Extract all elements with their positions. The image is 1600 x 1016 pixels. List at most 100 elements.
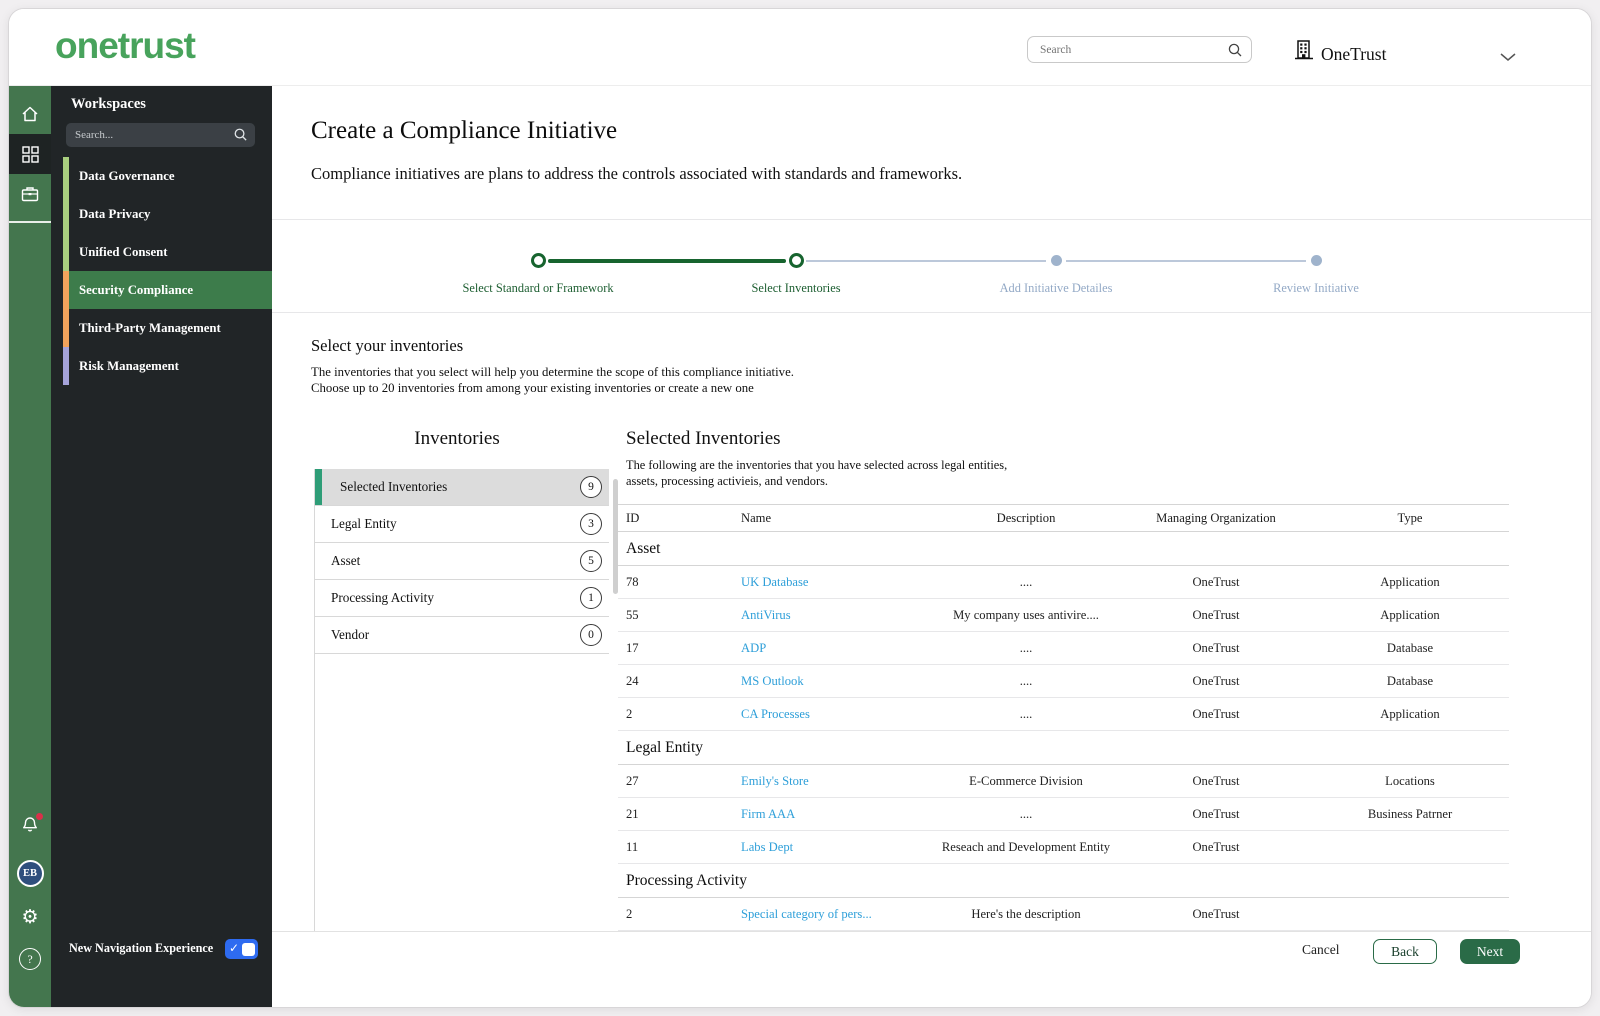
page-title: Create a Compliance Initiative	[311, 117, 618, 144]
selected-indicator-strip	[315, 469, 322, 505]
inventory-name-link[interactable]: AntiVirus	[741, 608, 931, 623]
step-label-add-initiative-detailes: Add Initiative Detailes	[999, 281, 1113, 295]
sidebar-item-data-governance[interactable]: Data Governance	[51, 157, 272, 195]
table-cell: 55	[626, 607, 639, 622]
table-cell: My company uses antivire....	[953, 607, 1099, 622]
sidebar-item-data-privacy[interactable]: Data Privacy	[51, 195, 272, 233]
count-badge: 0	[580, 624, 602, 646]
step-label-review-initiative: Review Initiative	[1273, 281, 1359, 295]
inventory-tab-processing-activity[interactable]: Processing Activity 1	[315, 580, 609, 617]
table-header-row: ID Name Description Managing Organization Ty…	[618, 504, 1509, 532]
rail-divider	[9, 221, 51, 223]
count-badge: 3	[580, 513, 602, 535]
toggle-knob	[242, 942, 255, 956]
new-navigation-label: New Navigation Experience	[69, 941, 214, 955]
step-connector-2	[806, 260, 1046, 262]
top-header: onetrust OneTrust	[9, 9, 1591, 86]
workspaces-sidebar: Workspaces Data Governance Data Privacy Un…	[51, 86, 272, 1007]
global-search-input[interactable]	[1040, 37, 1220, 62]
table-cell: ....	[1019, 806, 1033, 821]
table-cell: 11	[626, 839, 639, 854]
sidebar-item-risk-management[interactable]: Risk Management	[51, 347, 272, 385]
apps-grid-icon[interactable]	[9, 134, 51, 174]
table-row: 78 UK Database.... OneTrust Application	[618, 566, 1509, 599]
table-cell: OneTrust	[1192, 673, 1240, 688]
table-cell: 24	[626, 673, 639, 688]
inventory-name-link[interactable]: Special category of pers...	[741, 907, 931, 922]
search-icon	[1227, 42, 1243, 63]
table-cell: Business Patrner	[1367, 806, 1453, 821]
table-cell: 2	[626, 906, 633, 921]
table-cell: 27	[626, 773, 639, 788]
inventory-tab-label: Asset	[331, 553, 361, 568]
briefcase-icon[interactable]	[9, 174, 51, 214]
table-row: 2 CA Processes.... OneTrust Application	[618, 698, 1509, 731]
table-row: 21 Firm AAA.... OneTrust Business Patrner	[618, 798, 1509, 831]
sidebar-item-label: Third-Party Management	[79, 320, 221, 335]
inventory-tab-asset[interactable]: Asset 5	[315, 543, 609, 580]
workspace-search-input[interactable]	[75, 123, 225, 147]
gear-icon[interactable]: ⚙	[9, 897, 51, 937]
inventory-name-link[interactable]: ADP	[741, 641, 931, 656]
table-cell: 21	[626, 806, 639, 821]
check-icon: ✓	[229, 941, 240, 955]
global-search[interactable]	[1027, 36, 1252, 63]
onetrust-logo: onetrust	[55, 25, 196, 66]
step-marker-select-standard-or-framework[interactable]	[530, 253, 546, 268]
table-cell: OneTrust	[1192, 906, 1240, 921]
inventory-name-link[interactable]: MS Outlook	[741, 674, 931, 689]
inventory-name-link[interactable]: Firm AAA	[741, 807, 931, 822]
section-description-line2: Choose up to 20 inventories from among y…	[311, 381, 754, 395]
step-marker-review-initiative[interactable]	[1310, 255, 1322, 266]
inventory-tab-label: Vendor	[331, 627, 370, 642]
chevron-down-icon[interactable]	[1499, 49, 1517, 67]
table-cell: OneTrust	[1192, 706, 1240, 721]
table-cell: Database	[1386, 673, 1434, 688]
home-icon[interactable]	[9, 94, 51, 134]
table-cell: OneTrust	[1192, 773, 1240, 788]
back-button[interactable]: Back	[1373, 939, 1437, 964]
new-navigation-toggle[interactable]: ✓	[225, 939, 258, 959]
bell-icon[interactable]	[9, 807, 51, 847]
column-header-managing-organization: Managing Organization	[1156, 510, 1276, 525]
group-row-asset: Asset	[618, 532, 1509, 566]
table-cell: Locations	[1385, 773, 1435, 788]
step-marker-select-inventories[interactable]	[788, 253, 804, 268]
selected-description-line2: assets, processing activieis, and vendor…	[626, 474, 828, 488]
avatar-initials: EB	[16, 859, 44, 887]
count-badge: 1	[580, 587, 602, 609]
help-icon[interactable]: ?	[9, 939, 51, 979]
sidebar-item-unified-consent[interactable]: Unified Consent	[51, 233, 272, 271]
inventory-name-link[interactable]: CA Processes	[741, 707, 931, 722]
next-button[interactable]: Next	[1460, 939, 1520, 964]
section-title: Select your inventories	[311, 336, 464, 355]
count-badge: 9	[580, 476, 602, 498]
table-cell: 17	[626, 640, 639, 655]
table-cell: Database	[1386, 640, 1434, 655]
sidebar-item-label: Security Compliance	[79, 282, 194, 297]
inventory-tab-label: Selected Inventories	[340, 479, 448, 494]
sidebar-item-third-party-management[interactable]: Third-Party Management	[51, 309, 272, 347]
avatar[interactable]: EB	[9, 853, 51, 893]
inventory-name-link[interactable]: Labs Dept	[741, 840, 931, 855]
sidebar-item-security-compliance[interactable]: Security Compliance	[51, 271, 272, 309]
step-marker-add-initiative-detailes[interactable]	[1050, 255, 1062, 266]
inventory-name-link[interactable]: Emily's Store	[741, 774, 931, 789]
sidebar-item-label: Data Governance	[79, 168, 175, 183]
inventories-list: Selected Inventories 9 Legal Entity 3 Asset 5…	[314, 469, 609, 654]
sidebar-item-label: Unified Consent	[79, 244, 168, 259]
inventory-tab-legal-entity[interactable]: Legal Entity 3	[315, 506, 609, 543]
table-cell: Application	[1380, 607, 1440, 622]
workspace-search[interactable]	[66, 123, 255, 147]
table-cell: OneTrust	[1192, 607, 1240, 622]
org-switcher-label[interactable]: OneTrust	[1321, 44, 1386, 65]
inventory-name-link[interactable]: UK Database	[741, 575, 931, 590]
inventory-tab-vendor[interactable]: Vendor 0	[315, 617, 609, 654]
inventory-tab-selected-inventories[interactable]: Selected Inventories 9	[315, 469, 609, 506]
sidebar-item-label: Data Privacy	[79, 206, 151, 221]
table-cell: Application	[1380, 574, 1440, 589]
building-icon	[1293, 39, 1315, 66]
section-description-line1: The inventories that you select will hel…	[311, 365, 794, 379]
table-row: 55 AntiVirus My company uses antivire.... O…	[618, 599, 1509, 632]
cancel-button[interactable]: Cancel	[1302, 942, 1339, 958]
